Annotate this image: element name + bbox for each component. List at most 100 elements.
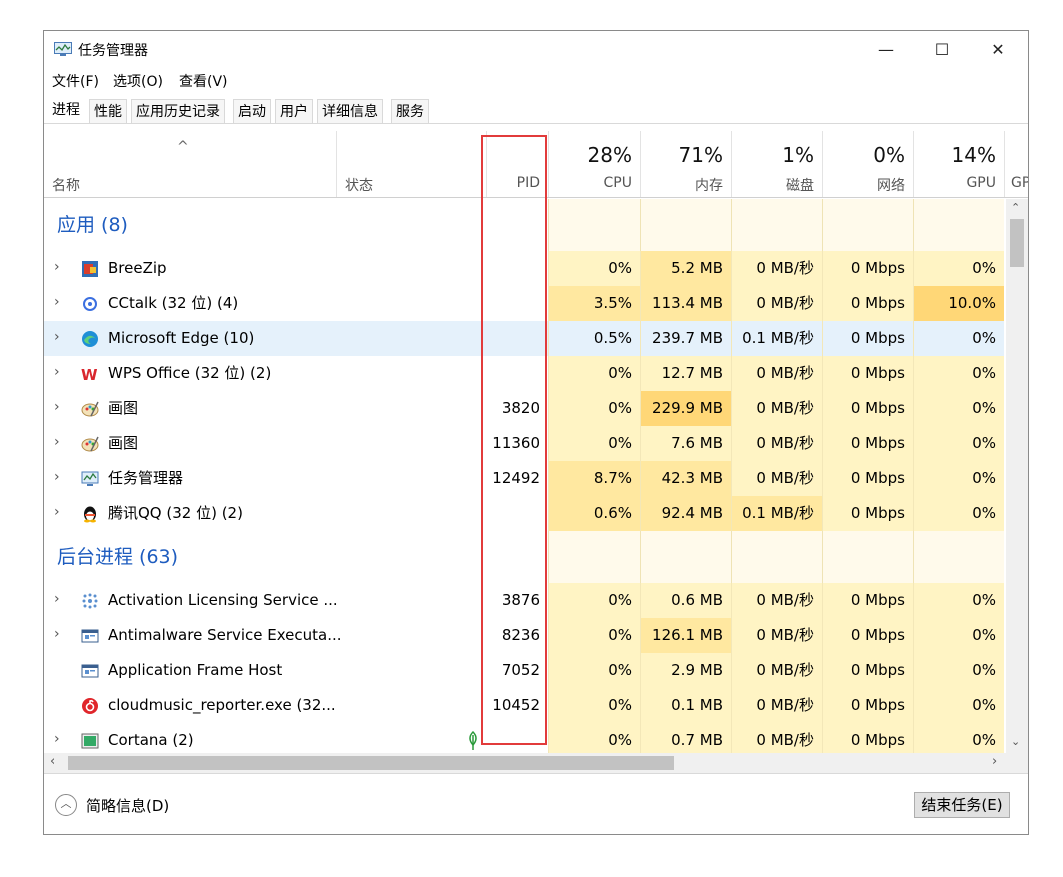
menu-view[interactable]: 查看(V) (179, 71, 228, 91)
tab-divider (44, 123, 1028, 124)
chevron-right-icon[interactable]: › (54, 321, 60, 354)
net-cell: 0 Mbps (822, 618, 913, 653)
vertical-scroll-thumb[interactable] (1010, 219, 1024, 267)
mem-cell: 113.4 MB (640, 286, 731, 321)
column-gpu-label: GPU (966, 175, 996, 191)
minimize-button[interactable]: — (858, 31, 914, 67)
paint-icon (81, 401, 99, 417)
tab-startup[interactable]: 启动 (233, 99, 271, 123)
disk-cell: 0 MB/秒 (731, 286, 822, 321)
tab-users[interactable]: 用户 (275, 99, 313, 123)
gpu-cell: 0% (913, 356, 1004, 391)
mem-cell: 12.7 MB (640, 356, 731, 391)
chevron-right-icon[interactable]: › (54, 461, 60, 494)
cpu-cell: 0% (548, 618, 640, 653)
heat-band (822, 199, 913, 251)
gpu-cell: 0% (913, 688, 1004, 723)
edge-icon (82, 331, 98, 347)
mem-cell: 0.6 MB (640, 583, 731, 618)
cortana-icon (81, 733, 99, 749)
menu-options[interactable]: 选项(O) (113, 71, 163, 91)
chevron-right-icon[interactable]: › (54, 356, 60, 389)
gpu-cell: 0% (913, 426, 1004, 461)
chevron-right-icon[interactable]: › (54, 496, 60, 529)
tab-details[interactable]: 详细信息 (317, 99, 383, 123)
minimize-icon: — (878, 39, 894, 59)
title-bar[interactable]: 任务管理器 — ☐ ✕ (44, 31, 1028, 67)
cloudmusic-icon (82, 698, 98, 714)
column-gpu[interactable]: 14% GPU (913, 131, 1004, 197)
footer-divider (44, 773, 1028, 774)
qq-icon (84, 506, 96, 523)
column-status[interactable]: 状态 (336, 131, 486, 197)
cpu-cell: 3.5% (548, 286, 640, 321)
gpu-cell: 0% (913, 496, 1004, 531)
column-name-label: 名称 (52, 178, 80, 194)
scroll-down-icon[interactable]: ⌄ (1011, 735, 1020, 748)
disk-cell: 0.1 MB/秒 (731, 321, 822, 356)
pid-highlight-box (481, 135, 547, 745)
column-name[interactable]: ^ 名称 (44, 131, 336, 197)
column-cpu[interactable]: 28% CPU (548, 131, 640, 197)
process-name: 任务管理器 (108, 469, 184, 487)
chevron-right-icon[interactable]: › (54, 583, 60, 616)
scroll-up-icon[interactable]: ⌃ (1011, 201, 1020, 214)
fewer-details-link[interactable]: 简略信息(D) (86, 795, 169, 816)
chevron-right-icon[interactable]: › (54, 426, 60, 459)
cpu-cell: 0.5% (548, 321, 640, 356)
net-cell: 0 Mbps (822, 356, 913, 391)
group-title: 后台进程 (63) (57, 546, 179, 568)
mem-cell: 5.2 MB (640, 251, 731, 286)
cpu-cell: 0% (548, 356, 640, 391)
wps-icon: W (81, 366, 98, 383)
cpu-cell: 0% (548, 426, 640, 461)
cctalk-icon (83, 297, 97, 311)
tab-app-history[interactable]: 应用历史记录 (131, 99, 225, 123)
net-cell: 0 Mbps (822, 251, 913, 286)
close-button[interactable]: ✕ (970, 31, 1026, 67)
column-memory-label: 内存 (695, 178, 723, 194)
scroll-right-icon[interactable]: › (992, 754, 997, 769)
disk-cell: 0 MB/秒 (731, 688, 822, 723)
disk-cell: 0 MB/秒 (731, 461, 822, 496)
tab-processes[interactable]: 进程 (47, 97, 85, 123)
tab-services[interactable]: 服务 (391, 99, 429, 123)
chevron-right-icon[interactable]: › (54, 391, 60, 424)
maximize-button[interactable]: ☐ (914, 31, 970, 67)
process-name: Activation Licensing Service ... (108, 591, 338, 609)
cpu-cell: 8.7% (548, 461, 640, 496)
horizontal-scrollbar[interactable]: ‹ › (44, 753, 1028, 773)
gpu-total: 14% (951, 143, 996, 167)
chevron-right-icon[interactable]: › (54, 618, 60, 651)
process-name: 画图 (108, 434, 139, 452)
svg-text:W: W (81, 366, 98, 383)
cpu-cell: 0.6% (548, 496, 640, 531)
column-cpu-label: CPU (603, 175, 632, 191)
menu-file[interactable]: 文件(F) (52, 71, 99, 91)
chevron-right-icon[interactable]: › (54, 286, 60, 319)
column-disk[interactable]: 1% 磁盘 (731, 131, 822, 197)
end-task-button[interactable]: 结束任务(E) (914, 792, 1010, 818)
cpu-cell: 0% (548, 688, 640, 723)
heat-band (731, 531, 822, 583)
tab-performance[interactable]: 性能 (89, 99, 127, 123)
cpu-cell: 0% (548, 391, 640, 426)
net-cell: 0 Mbps (822, 391, 913, 426)
chevron-right-icon[interactable]: › (54, 723, 60, 755)
scroll-left-icon[interactable]: ‹ (50, 754, 55, 769)
column-network[interactable]: 0% 网络 (822, 131, 913, 197)
column-disk-label: 磁盘 (786, 178, 814, 194)
leaf-icon (469, 731, 477, 750)
vertical-scrollbar[interactable]: ⌃ ⌄ (1006, 199, 1028, 755)
gpu-cell: 0% (913, 391, 1004, 426)
net-cell: 0 Mbps (822, 496, 913, 531)
column-gpu-engine[interactable]: GP (1004, 131, 1028, 197)
column-memory[interactable]: 71% 内存 (640, 131, 731, 197)
group-title: 应用 (8) (57, 214, 128, 236)
chevron-right-icon[interactable]: › (54, 251, 60, 284)
collapse-details-icon[interactable]: ︿ (55, 794, 77, 816)
gpu-cell: 0% (913, 251, 1004, 286)
horizontal-scroll-thumb[interactable] (68, 756, 674, 770)
column-network-label: 网络 (877, 178, 905, 194)
task-manager-app-icon (54, 42, 72, 56)
